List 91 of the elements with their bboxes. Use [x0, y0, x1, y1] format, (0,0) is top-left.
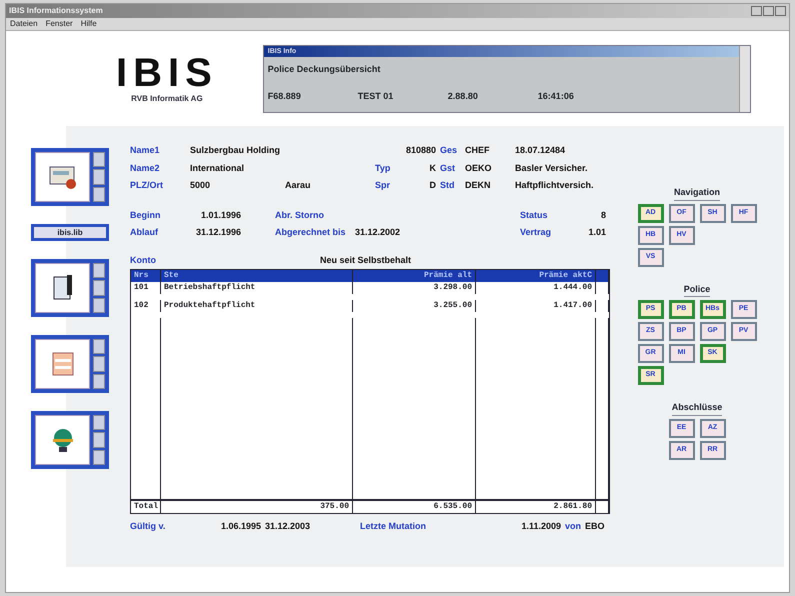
maximize-button[interactable]: [763, 6, 774, 16]
field-label: Gst: [440, 162, 456, 174]
field-value: 1.01.1996: [200, 208, 242, 222]
field-value: 31.12.2002: [355, 226, 402, 239]
logo: IBIS: [116, 52, 218, 92]
field-label: Ges: [440, 144, 458, 157]
minimize-button[interactable]: [751, 6, 762, 16]
field-value: Haftpflichtversich.: [515, 179, 595, 192]
field-label: PLZ/Ort: [130, 179, 164, 192]
table-cell: 1.417.00: [476, 300, 596, 312]
group-title: Navigation: [674, 186, 720, 200]
field-label: von: [565, 520, 582, 533]
field-value: Sulzbergbau Holding: [190, 144, 281, 157]
table-cell: 101: [131, 282, 161, 294]
spreadsheet-icon: [50, 351, 74, 377]
tool-panel[interactable]: [31, 335, 109, 393]
column-header[interactable]: Nrs: [131, 270, 161, 282]
menu-item[interactable]: Hilfe: [80, 18, 97, 30]
column-header[interactable]: Prämie aktC: [476, 270, 596, 282]
field-label: Std: [440, 179, 456, 192]
total-cell: 375.00: [161, 501, 353, 513]
small-button[interactable]: [93, 450, 105, 465]
field-value: EBO: [585, 520, 606, 533]
logo-subtitle: RVB Informatik AG: [131, 92, 203, 104]
table-cell: 1.444.00: [476, 282, 596, 294]
table-cell: Betriebshaftpflicht: [161, 282, 353, 294]
column-header[interactable]: Prämie alt: [353, 270, 476, 282]
field-value: 1.11.2009: [520, 520, 562, 533]
column-header[interactable]: Ste: [161, 270, 353, 282]
field-value: OEKO: [465, 162, 493, 174]
document-icon: [52, 274, 74, 302]
menu-item[interactable]: Dateien: [10, 18, 38, 30]
field-value: 8: [600, 208, 607, 222]
total-label: Total: [131, 501, 161, 513]
field-value: 1.06.1995: [220, 520, 262, 533]
panel-heading: Police Deckungsübersicht: [266, 62, 382, 76]
table-cell: 3.255.00: [353, 300, 476, 312]
field-value: International: [190, 162, 246, 174]
field-label: Status: [520, 208, 549, 222]
tool-panel[interactable]: [31, 411, 109, 469]
group-title: Police: [684, 282, 710, 297]
total-cell: 6.535.00: [353, 501, 476, 513]
group-title: Abschlüsse: [672, 401, 722, 416]
field-label: Name1: [130, 144, 161, 157]
field-label: Name2: [130, 162, 161, 174]
field-value: 31.12.1996: [194, 226, 242, 239]
field-value: D: [428, 179, 437, 192]
tool-panel[interactable]: [31, 259, 109, 317]
total-cell: 2.861.80: [476, 501, 596, 513]
small-button[interactable]: [93, 339, 105, 354]
field-value: DEKN: [465, 179, 492, 192]
field-value: 5000: [190, 179, 212, 192]
field-value: CHEF: [465, 144, 490, 157]
table-cell: 102: [131, 300, 161, 312]
table-cell: Produktehaftpflicht: [161, 300, 353, 312]
info-value: 2.88.80: [448, 90, 479, 103]
field-value: Basler Versicher.: [515, 162, 589, 174]
library-button[interactable]: ibis.lib: [31, 224, 109, 241]
field-value: 810880: [404, 144, 437, 157]
field-value: 18.07.12484: [515, 144, 566, 157]
info-value: TEST 01: [358, 90, 394, 103]
field-label: Abgerechnet bis: [275, 226, 347, 239]
field-label: Abr. Storno: [275, 208, 325, 222]
small-button[interactable]: [93, 152, 105, 168]
window-title: IBIS Informationssystem: [9, 5, 103, 17]
field-value: K: [428, 162, 437, 174]
table-cell: 3.298.00: [353, 282, 476, 294]
tool-panel[interactable]: [31, 148, 109, 206]
field-label: Ablauf: [130, 226, 159, 239]
menu-item[interactable]: Fenster: [46, 18, 73, 30]
info-value: 16:41:06: [538, 90, 575, 103]
monitor-icon: [48, 164, 78, 190]
small-button[interactable]: [93, 374, 105, 389]
table-caption: Konto: [130, 254, 157, 266]
info-value: F68.889: [268, 90, 302, 103]
scrollbar[interactable]: [738, 46, 750, 112]
small-button[interactable]: [93, 415, 105, 430]
field-label: Letzte Mutation: [360, 520, 427, 533]
small-button[interactable]: [93, 263, 105, 278]
field-value: 31.12.2003: [265, 520, 312, 533]
close-button[interactable]: [775, 6, 786, 16]
field-label: Gültig v.: [130, 520, 166, 533]
field-value: Aarau: [285, 179, 312, 192]
field-label: Beginn: [130, 208, 162, 222]
small-button[interactable]: [93, 298, 105, 313]
field-label: Vertrag: [520, 226, 552, 239]
field-label: Spr: [375, 179, 392, 192]
field-label: Typ: [375, 162, 392, 175]
table-title: Neu seit Selbstbehalt: [320, 254, 412, 266]
small-button[interactable]: [93, 186, 105, 202]
field-value: 1.01: [587, 226, 607, 239]
